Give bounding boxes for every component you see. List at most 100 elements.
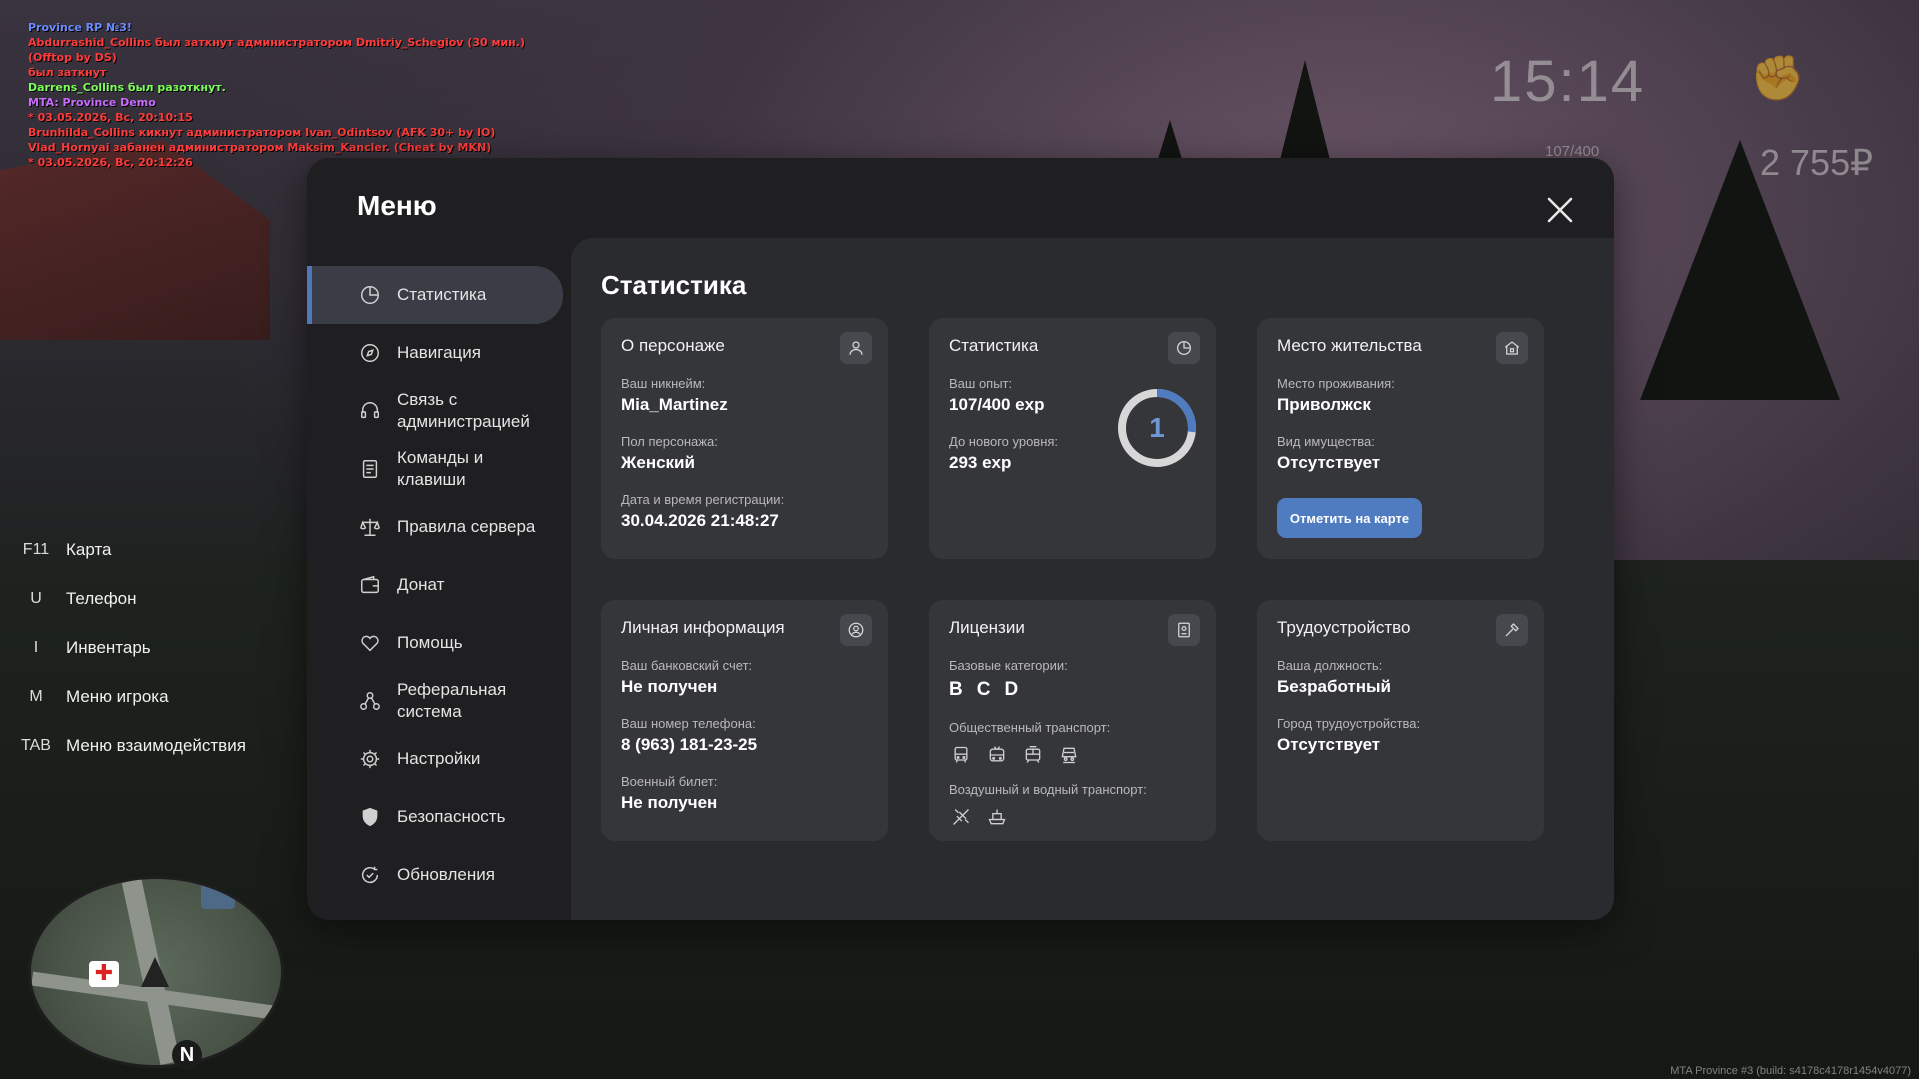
bus-icon: [949, 743, 973, 767]
field-military: Военный билет: Не получен: [621, 774, 718, 812]
tram-icon: [1021, 743, 1045, 767]
sidebar-item-security[interactable]: Безопасность: [307, 788, 563, 846]
close-icon: [1547, 197, 1573, 223]
scales-icon: [357, 514, 383, 540]
sidebar-item-settings[interactable]: Настройки: [307, 730, 563, 788]
sidebar-item-admin-contact[interactable]: Связь с администрацией: [307, 382, 563, 440]
sidebar-item-statistics[interactable]: Статистика: [307, 266, 563, 324]
field-air-water-transport: Воздушный и водный транспорт:: [949, 782, 1147, 829]
field-gender: Пол персонажа: Женский: [621, 434, 718, 472]
hammer-icon: [1496, 614, 1528, 646]
card-residence: Место жительства Место проживания: Привол…: [1257, 318, 1544, 559]
referral-icon: [357, 688, 383, 714]
sidebar-item-donate[interactable]: Донат: [307, 556, 563, 614]
chat-line: * 03.05.2026, Вс, 20:10:15: [28, 111, 193, 124]
gear-icon: [357, 746, 383, 772]
hotkey-inventory: I Инвентарь: [33, 637, 151, 657]
menu-sidebar: Статистика Навигация Связь с администрац…: [307, 266, 563, 904]
pie-chart-icon: [357, 282, 383, 308]
hotkey-list: F11 Карта U Телефон I Инвентарь M Меню игрок…: [16, 525, 246, 770]
radar-building-icon: [201, 883, 235, 909]
sidebar-item-navigation[interactable]: Навигация: [307, 324, 563, 382]
sidebar-item-commands[interactable]: Команды и клавиши: [307, 440, 563, 498]
level-ring: 1: [1115, 386, 1199, 470]
headset-icon: [357, 398, 383, 424]
train-icon: [1057, 743, 1081, 767]
sidebar-item-help[interactable]: Помощь: [307, 614, 563, 672]
boat-icon: [985, 805, 1009, 829]
card-licenses: Лицензии Базовые категории: B C D Общест…: [929, 600, 1216, 841]
card-title: Статистика: [949, 336, 1039, 355]
hotkey-player-menu: M Меню игрока: [29, 686, 169, 706]
card-job: Трудоустройство Ваша должность: Безработн…: [1257, 600, 1544, 841]
trolleybus-icon: [985, 743, 1009, 767]
level-number: 1: [1149, 412, 1165, 443]
field-place: Место проживания: Приволжск: [1277, 376, 1395, 414]
field-base-categories: Базовые категории: B C D: [949, 658, 1068, 700]
field-registration: Дата и время регистрации: 30.04.2026 21:4…: [621, 492, 785, 530]
hotkey-map: F11 Карта: [22, 539, 112, 559]
hud-time: 15:14: [1490, 49, 1646, 114]
close-button[interactable]: [1544, 194, 1576, 226]
chat-line: Darrens_Collins был разоткнут.: [28, 81, 226, 94]
content-title: Статистика: [601, 270, 747, 300]
field-position: Ваша должность: Безработный: [1277, 658, 1391, 696]
hospital-icon: ✚: [89, 961, 119, 987]
chat-line: был заткнут: [28, 66, 107, 79]
document-icon: [357, 456, 383, 482]
compass-icon: [357, 340, 383, 366]
card-title: Трудоустройство: [1277, 618, 1411, 637]
hud-money: 2 755₽: [1760, 142, 1873, 183]
field-job-city: Город трудоустройства: Отсутствует: [1277, 716, 1421, 754]
card-stats: Статистика Ваш опыт: 107/400 exp До новог…: [929, 318, 1216, 559]
card-title: Лицензии: [949, 618, 1025, 637]
user-icon: [840, 332, 872, 364]
hotkey-interaction-menu: TAB Меню взаимодействия: [21, 735, 246, 755]
build-info: MTA Province #3 (build: s4178c4178r1454v…: [1670, 1065, 1911, 1077]
chat-line: (Offtop by DS): [28, 51, 117, 64]
minimap: ✚: [28, 876, 284, 1068]
pie-chart-icon: [1168, 332, 1200, 364]
field-bank: Ваш банковский счет: Не получен: [621, 658, 753, 696]
sidebar-item-server-rules[interactable]: Правила сервера: [307, 498, 563, 556]
fist-weapon-icon: ✊: [1750, 53, 1805, 104]
player-arrow-icon: [141, 957, 169, 987]
field-exp: Ваш опыт: 107/400 exp: [949, 376, 1045, 414]
sidebar-item-updates[interactable]: Обновления: [307, 846, 563, 904]
house-icon: [1496, 332, 1528, 364]
license-c: C: [976, 679, 991, 700]
chat-line: Vlad_Hornyai забанен администратором Mak…: [28, 141, 492, 154]
chat-line: Brunhilda_Collins кикнут администратором…: [28, 126, 496, 139]
barn-building: [0, 140, 270, 340]
field-property: Вид имущества: Отсутствует: [1277, 434, 1381, 472]
card-title: Личная информация: [621, 618, 785, 637]
refresh-check-icon: [357, 862, 383, 888]
chat-line: MTA: Province Demo: [28, 96, 156, 109]
card-title: О персонаже: [621, 336, 725, 355]
heart-hand-icon: [357, 630, 383, 656]
card-personal: Личная информация Ваш банковский счет: Не…: [601, 600, 888, 841]
wallet-icon: [357, 572, 383, 598]
chat-log: Province RP №3! Abdurrashid_Collins был з…: [28, 20, 525, 170]
content-panel: Статистика О персонаже Ваш никнейм: Mia_M…: [571, 238, 1614, 920]
menu-title: Меню: [357, 190, 437, 221]
compass-north-icon: N: [172, 1040, 202, 1070]
field-public-transport: Общественный транспорт:: [949, 720, 1110, 767]
field-nickname: Ваш никнейм: Mia_Martinez: [621, 376, 728, 414]
shield-icon: [357, 804, 383, 830]
menu-window: Меню Статистика Навигация Связь с админи…: [307, 158, 1614, 920]
hotkey-phone: U Телефон: [30, 588, 137, 608]
license-card-icon: [1168, 614, 1200, 646]
airplane-icon: [949, 805, 973, 829]
field-next-level: До нового уровня: 293 exp: [949, 434, 1059, 472]
card-character: О персонаже Ваш никнейм: Mia_Martinez Пол…: [601, 318, 888, 559]
license-b: B: [949, 679, 963, 700]
user-circle-icon: [840, 614, 872, 646]
field-phone: Ваш номер телефона: 8 (963) 181-23-25: [621, 716, 758, 754]
chat-line: Province RP №3!: [28, 21, 132, 34]
license-d: D: [1004, 679, 1019, 700]
sidebar-item-referral[interactable]: Реферальная система: [307, 672, 563, 730]
chat-line: Abdurrashid_Collins был заткнут админист…: [28, 36, 525, 49]
mark-on-map-button[interactable]: Отметить на карте: [1277, 498, 1422, 538]
card-title: Место жительства: [1277, 336, 1422, 355]
